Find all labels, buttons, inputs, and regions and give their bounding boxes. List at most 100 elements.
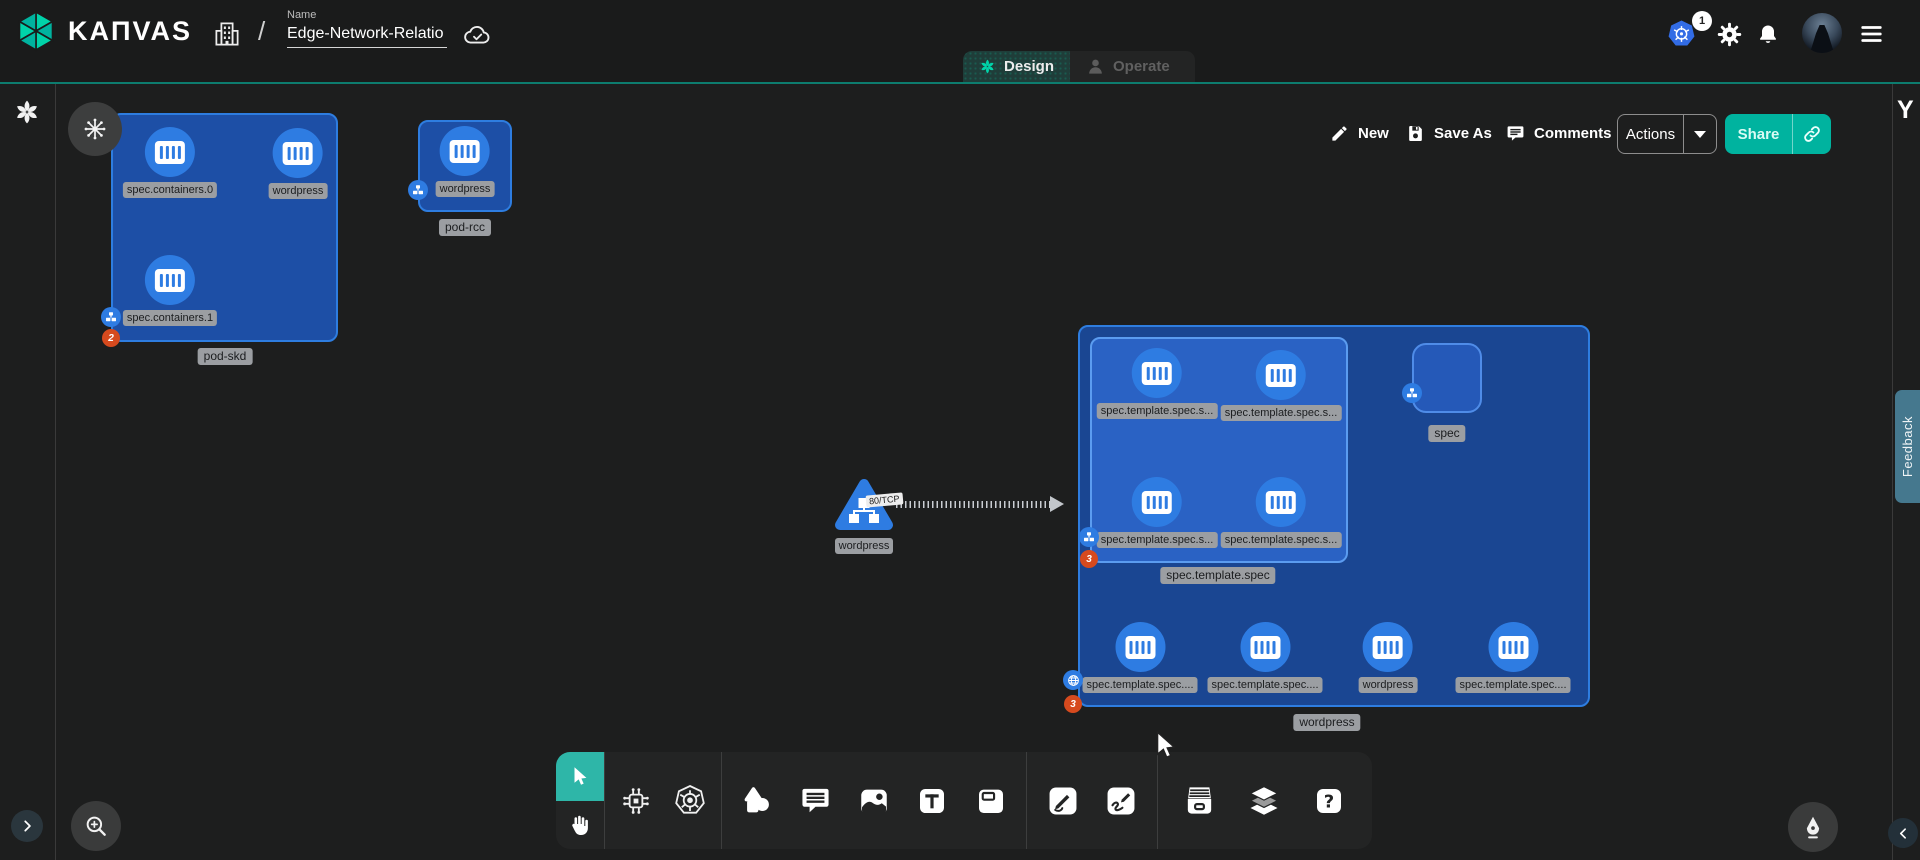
copy-link-button[interactable] bbox=[1793, 114, 1831, 154]
hamburger-menu-icon[interactable] bbox=[1858, 22, 1885, 46]
node-label: spec.containers.1 bbox=[123, 310, 217, 326]
snowflake-icon bbox=[83, 117, 107, 141]
cloud-save-status-icon[interactable] bbox=[461, 20, 493, 50]
node-label: spec.template.spec.s... bbox=[1097, 403, 1218, 419]
comment-tool-button[interactable] bbox=[793, 778, 839, 824]
kanvas-logo[interactable]: KAΠVAS bbox=[14, 9, 192, 53]
sidebar-expand-button[interactable] bbox=[11, 810, 43, 842]
pod-type-badge[interactable] bbox=[1079, 527, 1099, 547]
notifications-bell-icon[interactable] bbox=[1756, 23, 1780, 47]
service-node-wordpress[interactable]: wordpress bbox=[833, 477, 895, 554]
layers-button[interactable] bbox=[1241, 778, 1287, 824]
node-label: spec.template.spec.s... bbox=[1097, 532, 1218, 548]
header-divider bbox=[0, 82, 1920, 84]
kanvas-logo-icon bbox=[14, 9, 58, 53]
user-avatar[interactable] bbox=[1802, 13, 1842, 53]
error-count-badge[interactable]: 3 bbox=[1080, 550, 1098, 568]
shapes-tool-button[interactable] bbox=[734, 778, 780, 824]
container-icon bbox=[1488, 622, 1538, 672]
node-label: spec.template.spec.... bbox=[1083, 677, 1198, 693]
pod-rcc-group-label: pod-rcc bbox=[439, 219, 491, 236]
image-tool-button[interactable] bbox=[851, 778, 897, 824]
zoom-search-button[interactable] bbox=[71, 801, 121, 851]
design-name-input[interactable]: Edge-Network-Relatio bbox=[287, 25, 447, 48]
container-node-spec-containers-0[interactable]: spec.containers.0 bbox=[123, 127, 217, 198]
component-source-section bbox=[605, 752, 721, 849]
save-as-button[interactable]: Save As bbox=[1406, 124, 1492, 143]
pod-type-badge[interactable] bbox=[101, 307, 121, 327]
container-node-bottom-3[interactable]: spec.template.spec.... bbox=[1456, 622, 1571, 693]
share-button[interactable]: Share bbox=[1725, 114, 1793, 154]
meshsync-components-button[interactable] bbox=[613, 778, 659, 824]
container-icon bbox=[1132, 348, 1182, 398]
error-count-badge[interactable]: 2 bbox=[102, 329, 120, 347]
organization-icon[interactable] bbox=[212, 19, 242, 49]
design-pen-button[interactable] bbox=[1788, 802, 1838, 852]
node-label: spec.template.spec.s... bbox=[1221, 532, 1342, 548]
settings-gear-icon[interactable] bbox=[1716, 21, 1743, 48]
pod-icon bbox=[1406, 387, 1418, 399]
tab-operate[interactable]: Operate bbox=[1070, 51, 1195, 82]
service-edge[interactable] bbox=[896, 501, 1054, 508]
pen-nib-icon bbox=[1800, 814, 1826, 840]
container-node-template-0[interactable]: spec.template.spec.s... bbox=[1097, 348, 1218, 419]
pod-icon bbox=[105, 311, 117, 323]
link-icon bbox=[1802, 124, 1822, 144]
pod-type-badge[interactable] bbox=[408, 180, 428, 200]
spec-node[interactable] bbox=[1412, 343, 1482, 413]
breadcrumb-separator: / bbox=[258, 16, 265, 47]
right-panel-collapse-button[interactable] bbox=[1888, 818, 1918, 848]
freehand-draw-tool-button[interactable] bbox=[1098, 778, 1144, 824]
layer5-y-icon[interactable]: Y bbox=[1897, 96, 1914, 125]
container-icon bbox=[1363, 622, 1413, 672]
drawer-button[interactable] bbox=[1177, 778, 1223, 824]
pen-path-icon bbox=[1046, 784, 1080, 818]
pod-icon bbox=[412, 184, 424, 196]
save-icon bbox=[1406, 124, 1425, 143]
container-icon bbox=[273, 128, 323, 178]
container-node-bottom-2[interactable]: wordpress bbox=[1359, 622, 1418, 693]
comments-button[interactable]: Comments bbox=[1506, 124, 1612, 143]
container-icon bbox=[440, 126, 490, 176]
share-button-label: Share bbox=[1738, 126, 1780, 143]
error-count-badge[interactable]: 3 bbox=[1064, 695, 1082, 713]
new-button[interactable]: New bbox=[1330, 124, 1389, 143]
container-node-bottom-0[interactable]: spec.template.spec.... bbox=[1083, 622, 1198, 693]
kubernetes-components-button[interactable] bbox=[667, 778, 713, 824]
deployment-group-label: wordpress bbox=[1293, 714, 1360, 731]
pan-tool-button[interactable] bbox=[556, 801, 604, 850]
container-node-bottom-1[interactable]: spec.template.spec.... bbox=[1208, 622, 1323, 693]
container-node-spec-containers-1[interactable]: spec.containers.1 bbox=[123, 255, 217, 326]
container-node-wordpress-rcc[interactable]: wordpress bbox=[436, 126, 495, 197]
actions-button-label: Actions bbox=[1626, 126, 1675, 143]
select-tool-button[interactable] bbox=[556, 752, 604, 801]
node-label: wordpress bbox=[835, 538, 894, 554]
design-tab-icon bbox=[979, 57, 996, 76]
svg-text:?: ? bbox=[1323, 791, 1333, 812]
note-tool-button[interactable] bbox=[968, 778, 1014, 824]
node-label: spec.template.spec.... bbox=[1456, 677, 1571, 693]
container-node-wordpress[interactable]: wordpress bbox=[269, 128, 328, 199]
container-node-template-3[interactable]: spec.template.spec.s... bbox=[1221, 477, 1342, 548]
container-node-template-1[interactable]: spec.template.spec.s... bbox=[1221, 350, 1342, 421]
text-tool-button[interactable] bbox=[909, 778, 955, 824]
deployment-type-badge[interactable] bbox=[1063, 670, 1083, 690]
node-label: wordpress bbox=[436, 181, 495, 197]
help-button[interactable]: ? bbox=[1306, 778, 1352, 824]
actions-dropdown-button[interactable] bbox=[1684, 115, 1716, 153]
meshery-spinner-icon[interactable] bbox=[13, 98, 41, 126]
container-node-template-2[interactable]: spec.template.spec.s... bbox=[1097, 477, 1218, 548]
tab-design[interactable]: Design bbox=[963, 51, 1070, 82]
node-label: wordpress bbox=[1359, 677, 1418, 693]
node-label: wordpress bbox=[269, 183, 328, 199]
pod-type-badge[interactable] bbox=[1402, 383, 1422, 403]
new-button-label: New bbox=[1358, 125, 1389, 142]
image-icon bbox=[857, 784, 891, 818]
actions-button[interactable]: Actions bbox=[1618, 115, 1684, 153]
edge-pen-tool-button[interactable] bbox=[1040, 778, 1086, 824]
node-label: spec.containers.0 bbox=[123, 182, 217, 198]
canvas-config-button[interactable] bbox=[68, 102, 122, 156]
logo-text: KAΠVAS bbox=[68, 16, 192, 47]
hand-icon bbox=[568, 813, 592, 837]
feedback-tab[interactable]: Feedback bbox=[1895, 390, 1920, 503]
